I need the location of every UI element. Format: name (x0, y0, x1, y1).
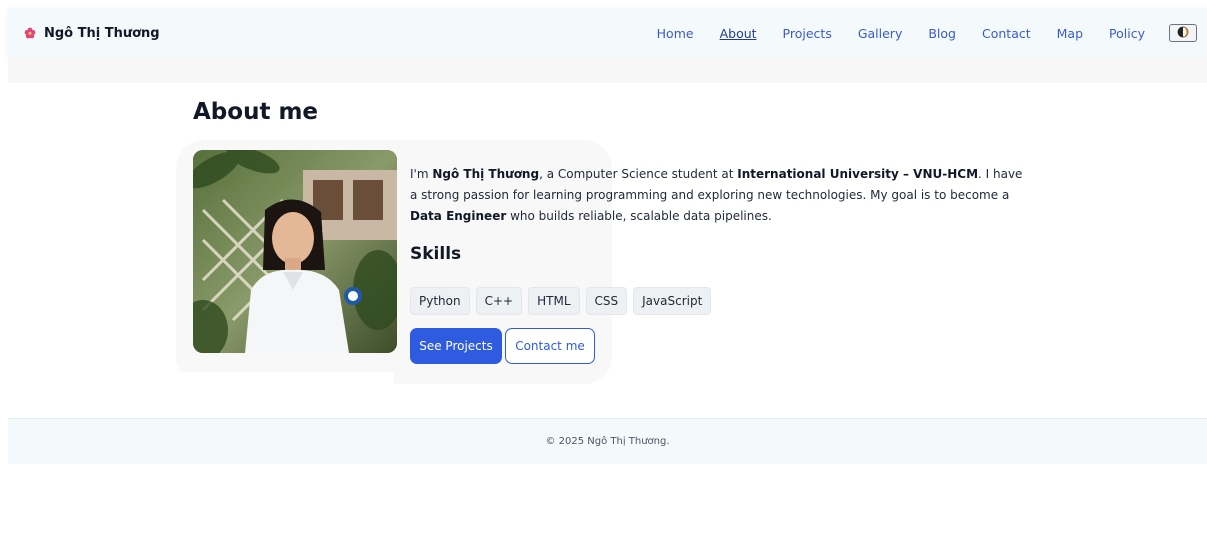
site-header: Ngô Thị Thương Home About Projects Galle… (8, 8, 1207, 58)
nav-about[interactable]: About (720, 26, 757, 41)
nav-contact[interactable]: Contact (982, 26, 1031, 41)
main-nav: Home About Projects Gallery Blog Contact… (631, 8, 1197, 58)
nav-blog[interactable]: Blog (928, 26, 956, 41)
theme-toggle-button[interactable] (1169, 24, 1197, 42)
bio-role: Data Engineer (410, 209, 507, 223)
nav-policy[interactable]: Policy (1109, 26, 1145, 41)
bio-name: Ngô Thị Thương (432, 167, 540, 181)
profile-photo (193, 150, 397, 353)
copyright-text: © 2025 Ngô Thị Thương. (545, 436, 670, 447)
brand[interactable]: Ngô Thị Thương (24, 8, 160, 58)
flower-icon (24, 27, 36, 39)
nav-gallery[interactable]: Gallery (858, 26, 903, 41)
nav-map[interactable]: Map (1057, 26, 1083, 41)
skill-chip: JavaScript (633, 287, 712, 315)
skills-list: Python C++ HTML CSS JavaScript (410, 287, 712, 315)
card-notch (176, 372, 394, 386)
skills-title: Skills (410, 244, 462, 264)
nav-projects[interactable]: Projects (783, 26, 832, 41)
skill-chip: CSS (585, 287, 628, 315)
page-title: About me (193, 99, 319, 125)
page: Ngô Thị Thương Home About Projects Galle… (0, 0, 1207, 560)
bio-text: I'm Ngô Thị Thương, a Computer Science s… (410, 167, 1023, 223)
site-footer: © 2025 Ngô Thị Thương. (8, 418, 1207, 464)
bio-school: International University – VNU-HCM (737, 167, 979, 181)
nav-home[interactable]: Home (657, 26, 694, 41)
see-projects-button[interactable]: See Projects (410, 328, 502, 364)
skill-chip: HTML (528, 287, 580, 315)
skill-chip: C++ (475, 287, 523, 315)
half-moon-icon (1177, 26, 1189, 41)
header-spacer (8, 58, 1207, 83)
skill-chip: Python (410, 287, 470, 315)
contact-me-button[interactable]: Contact me (505, 328, 595, 364)
brand-name: Ngô Thị Thương (44, 25, 160, 41)
